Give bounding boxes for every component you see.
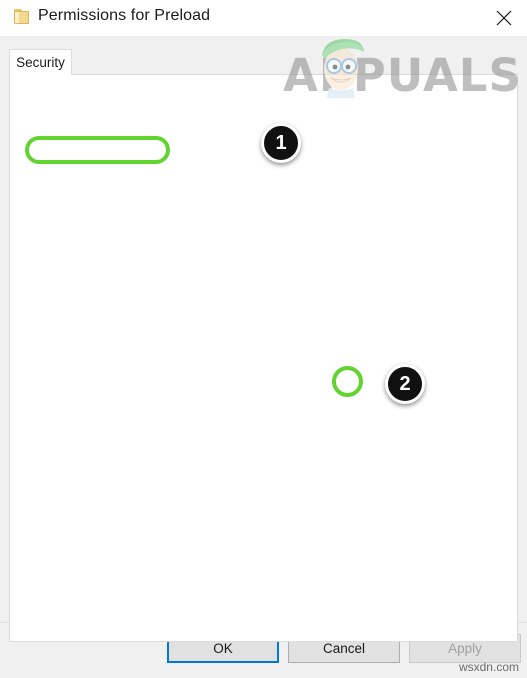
permissions-dialog: Permissions for Preload Security Group o… <box>0 0 527 678</box>
tab-security[interactable]: Security <box>9 49 72 75</box>
annotation-badge-2: 2 <box>385 364 425 404</box>
tab-strip: Security <box>0 36 527 646</box>
title-bar: Permissions for Preload <box>0 0 527 37</box>
security-tab-panel <box>9 74 518 642</box>
wsxdn-watermark: wsxdn.com <box>458 660 519 674</box>
folder-icon <box>14 9 31 24</box>
close-icon[interactable] <box>481 0 527 33</box>
annotation-badge-1: 1 <box>261 123 301 163</box>
window-title: Permissions for Preload <box>38 7 211 24</box>
